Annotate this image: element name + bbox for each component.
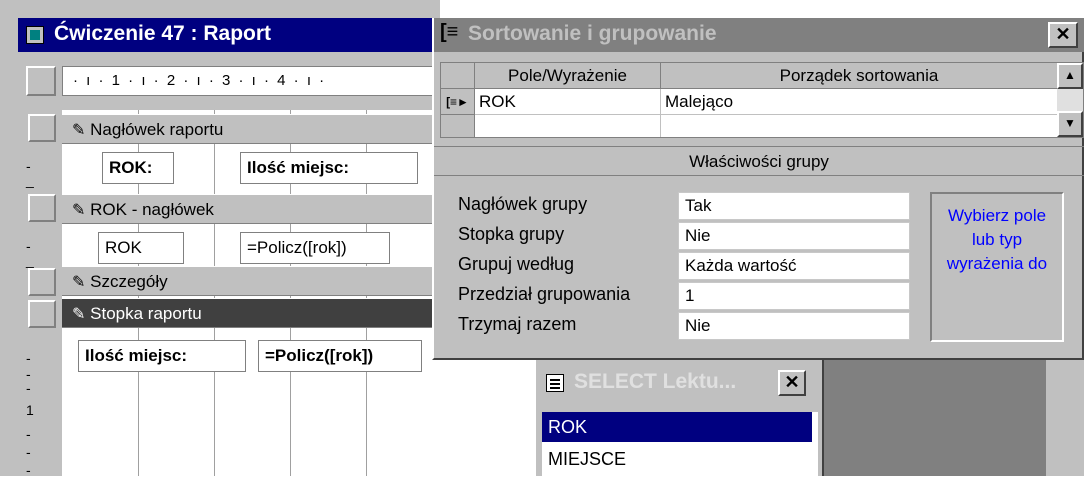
field-list-icon <box>546 374 564 392</box>
vertical-ruler-1: 1 <box>26 402 34 418</box>
sort-group-icon: [≡ <box>440 21 459 43</box>
sort-row1-field[interactable]: ROK <box>475 89 661 115</box>
scroll-up-button[interactable]: ▲ <box>1057 63 1083 89</box>
background-area <box>824 354 1070 476</box>
band-report-footer-label: Stopka raportu <box>90 304 202 323</box>
label-ilosc-miejsc[interactable]: Ilość miejsc: <box>240 152 418 184</box>
band-detail-label: Szczegóły <box>90 272 168 291</box>
selector-group-header[interactable] <box>28 194 56 222</box>
band-report-header-label: Nagłówek raportu <box>90 120 224 139</box>
band-report-header[interactable]: ✎ Nagłówek raportu <box>62 114 434 144</box>
field-list-item-rok[interactable]: ROK <box>542 412 812 442</box>
textbox-rok[interactable]: ROK <box>98 232 184 264</box>
footer-label-ilosc[interactable]: Ilość miejsc: <box>78 340 246 372</box>
field-list-window: SELECT Lektu... ✕ ROK MIEJSCE <box>534 354 824 478</box>
section-marker-icon: ✎ <box>72 202 86 219</box>
hint-text: Wybierz pole lub typ wyrażenia do <box>946 206 1048 273</box>
report-window-title: Ćwiczenie 47 : Raport <box>54 22 272 45</box>
prop-label-group-header: Nagłówek grupy <box>458 194 588 214</box>
background-strip <box>1046 354 1084 476</box>
field-list-item-miejsce[interactable]: MIEJSCE <box>542 444 812 474</box>
sort-dialog-titlebar[interactable]: [≡ Sortowanie i grupowanie ✕ <box>434 18 1084 52</box>
prop-value-group-header[interactable]: Tak <box>678 192 910 220</box>
footer-textbox-policz[interactable]: =Policz([rok]) <box>258 340 422 372</box>
report-window: Ćwiczenie 47 : Raport · ı · 1 · ı · 2 · … <box>0 0 440 478</box>
selector-report-header[interactable] <box>28 114 56 142</box>
horizontal-ruler-marks: · ı · 1 · ı · 2 · ı · 3 · ı · 4 · ı · <box>73 72 327 89</box>
band-detail[interactable]: ✎ Szczegóły <box>62 266 434 296</box>
prop-value-group-interval[interactable]: 1 <box>678 282 910 310</box>
prop-label-group-on: Grupuj według <box>458 254 575 274</box>
column-header-order[interactable]: Porządek sortowania <box>661 63 1057 89</box>
column-header-field[interactable]: Pole/Wyrażenie <box>475 63 661 89</box>
prop-label-group-footer: Stopka grupy <box>458 224 565 244</box>
band-group-header[interactable]: ✎ ROK - nagłówek <box>62 194 434 224</box>
group-properties-header: Właściwości grupy <box>434 146 1084 176</box>
selector-report-footer[interactable] <box>28 300 56 328</box>
textbox-policz[interactable]: =Policz([rok]) <box>240 232 390 264</box>
sort-grid-scrollbar[interactable]: ▲ ▼ <box>1057 63 1083 137</box>
band-group-header-label: ROK - nagłówek <box>90 200 214 219</box>
section-marker-icon: ✎ <box>72 122 86 139</box>
field-list-title: SELECT Lektu... <box>574 370 737 393</box>
scroll-down-button[interactable]: ▼ <box>1057 111 1083 137</box>
section-marker-icon: ✎ <box>72 306 86 323</box>
label-rok[interactable]: ROK: <box>102 152 174 184</box>
report-window-icon[interactable] <box>26 26 44 44</box>
ruler-corner[interactable] <box>26 66 56 96</box>
field-list: ROK MIEJSCE <box>542 412 818 478</box>
prop-label-keep-together: Trzymaj razem <box>458 314 577 334</box>
section-marker-icon: ✎ <box>72 274 86 291</box>
sort-dialog-close-button[interactable]: ✕ <box>1048 22 1078 48</box>
prop-value-group-on[interactable]: Każda wartość <box>678 252 910 280</box>
column-header-order-label: Porządek sortowania <box>779 66 939 85</box>
horizontal-ruler: · ı · 1 · ı · 2 · ı · 3 · ı · 4 · ı · <box>62 66 440 96</box>
report-titlebar[interactable]: Ćwiczenie 47 : Raport <box>18 18 440 52</box>
group-properties-title: Właściwości grupy <box>689 152 829 171</box>
prop-value-group-footer[interactable]: Nie <box>678 222 910 250</box>
column-header-field-label: Pole/Wyrażenie <box>508 66 627 85</box>
prop-value-keep-together[interactable]: Nie <box>678 312 910 340</box>
field-list-close-button[interactable]: ✕ <box>778 370 806 396</box>
field-list-titlebar[interactable]: SELECT Lektu... ✕ <box>540 366 820 400</box>
hint-box: Wybierz pole lub typ wyrażenia do <box>930 192 1064 342</box>
sort-dialog-title: Sortowanie i grupowanie <box>468 22 717 45</box>
selector-detail[interactable] <box>28 268 56 296</box>
sort-row1-order[interactable]: Malejąco <box>661 89 1057 115</box>
row-selector-empty[interactable] <box>441 115 475 137</box>
row-selector-current[interactable]: [≡► <box>441 89 475 115</box>
band-report-footer[interactable]: ✎ Stopka raportu <box>62 298 434 328</box>
sort-grid: Pole/Wyrażenie Porządek sortowania [≡► R… <box>440 62 1084 138</box>
sort-row2-field[interactable] <box>475 115 661 137</box>
prop-label-group-interval: Przedział grupowania <box>458 284 631 304</box>
